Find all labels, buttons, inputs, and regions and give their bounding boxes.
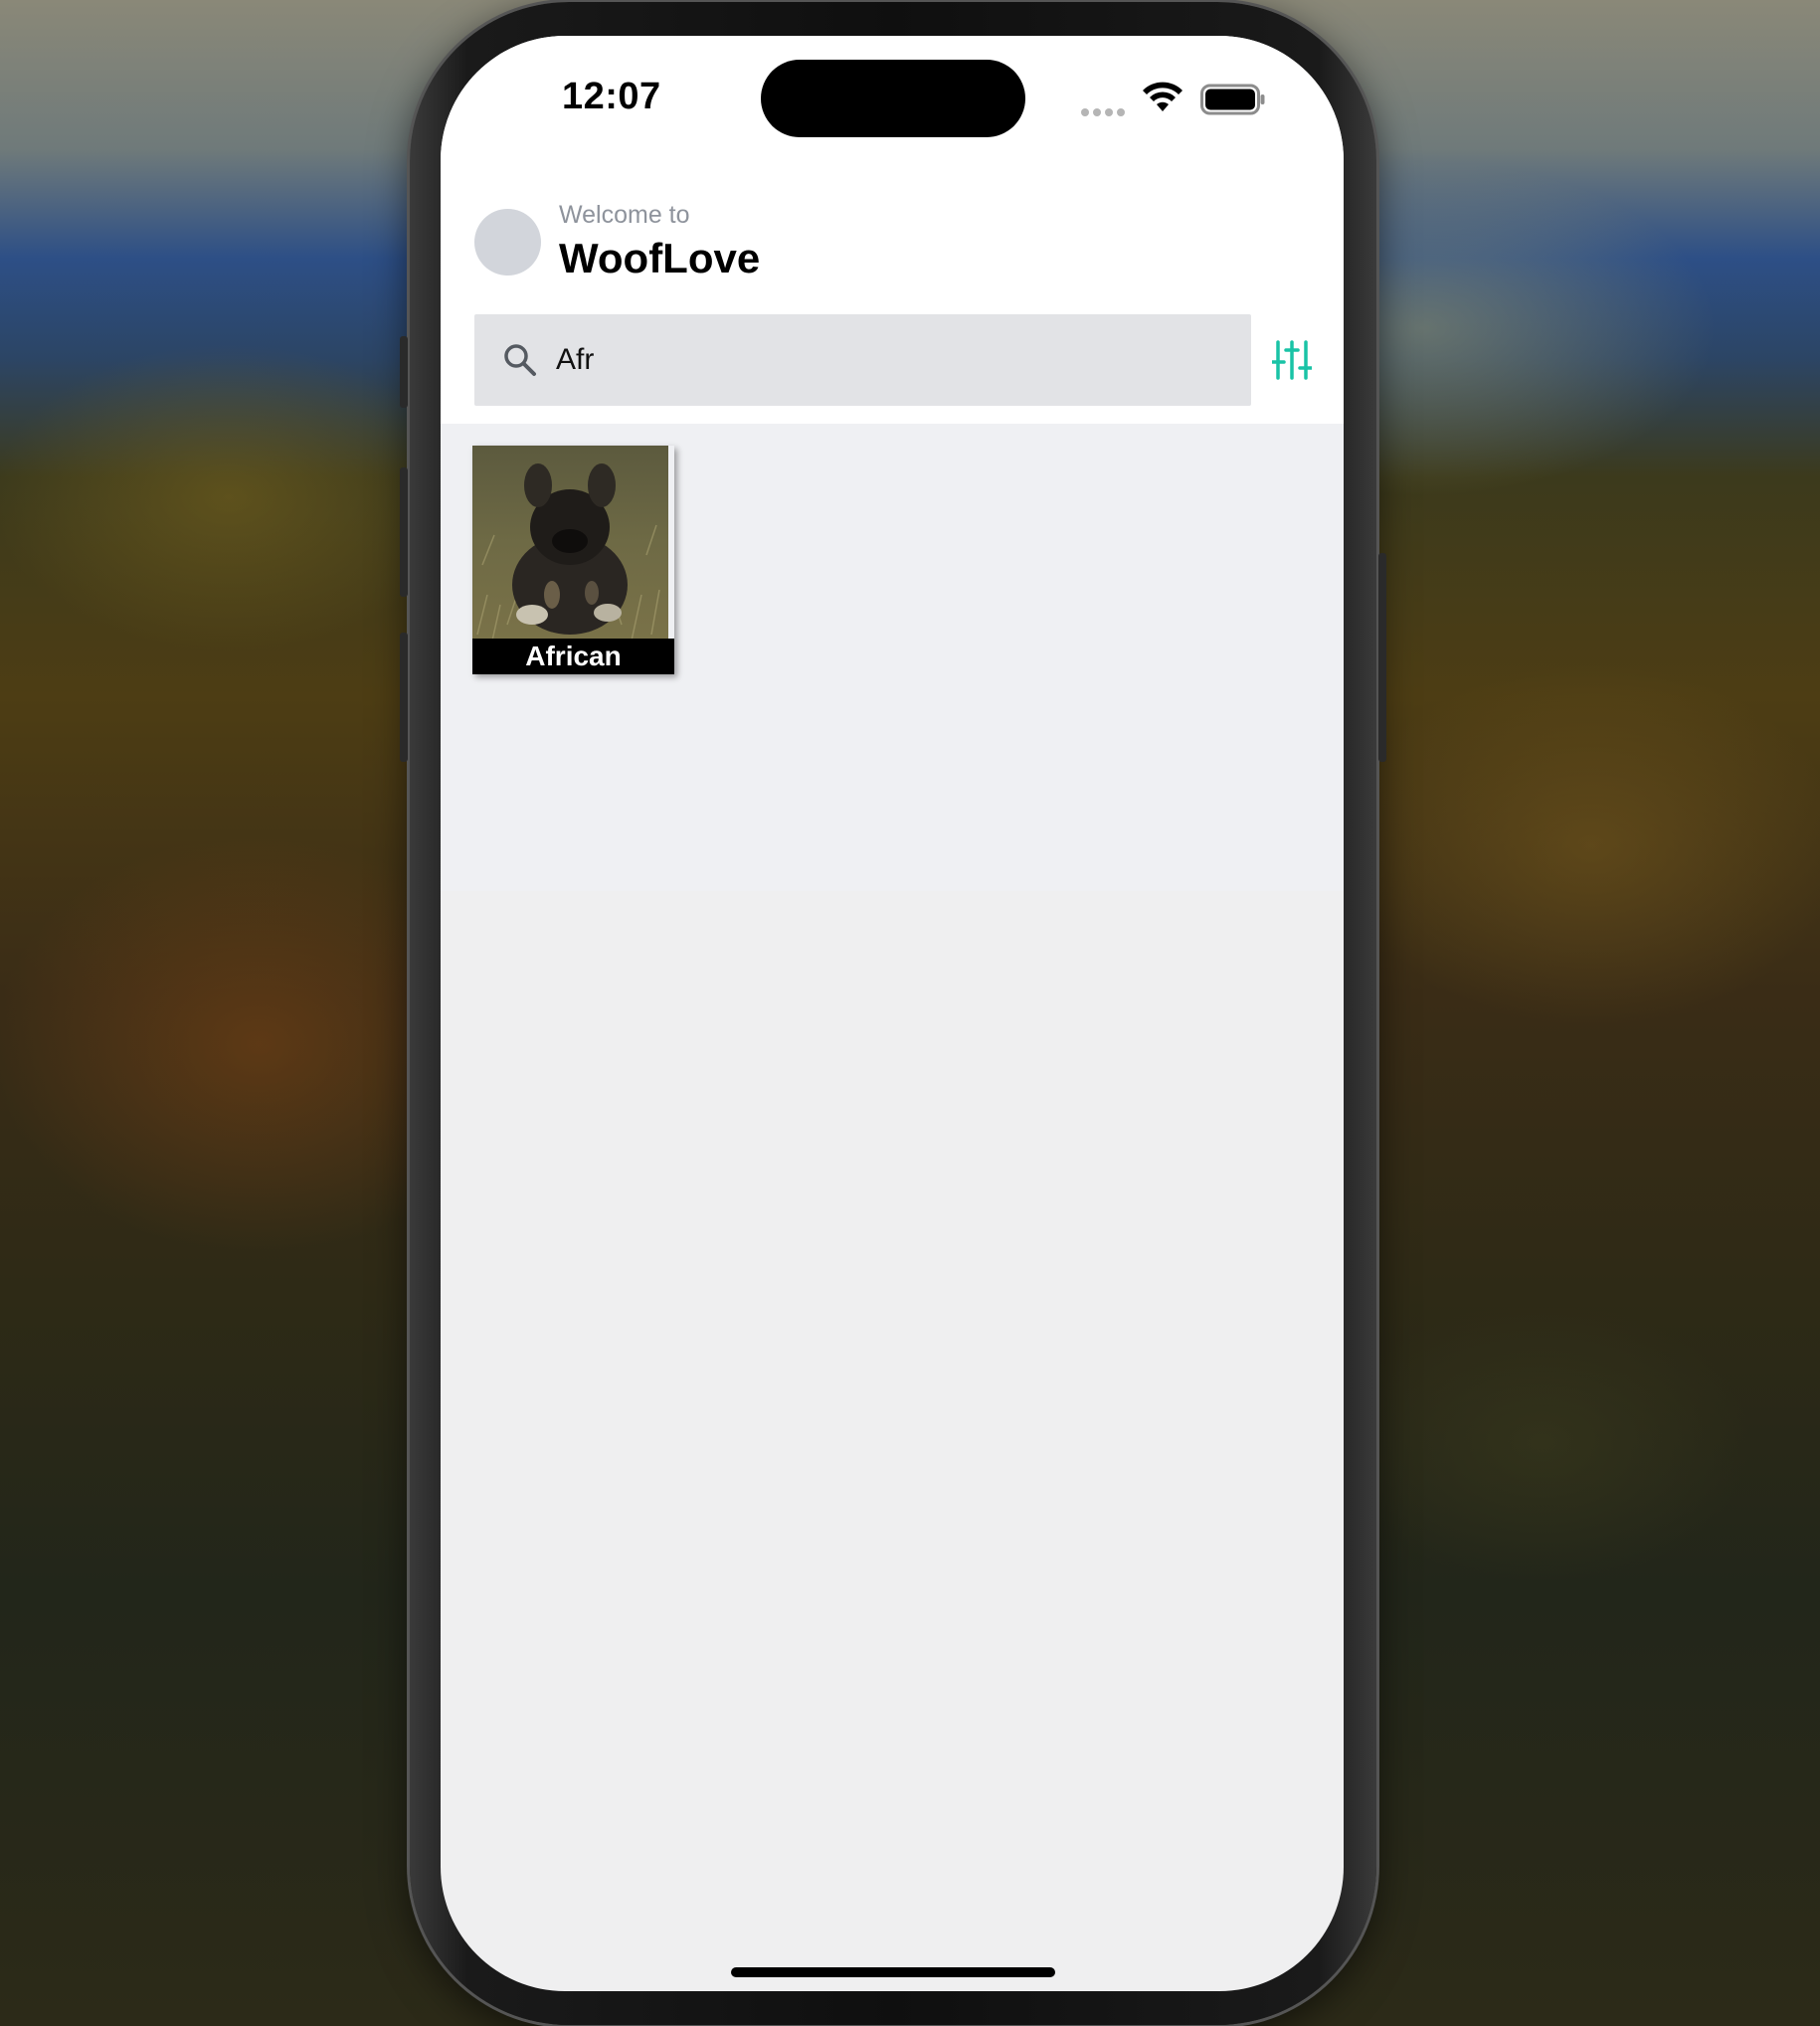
home-indicator[interactable] bbox=[731, 1967, 1055, 1977]
breed-card[interactable]: African bbox=[472, 446, 674, 674]
results-grid: African bbox=[441, 424, 1344, 891]
breed-photo bbox=[472, 446, 668, 641]
wifi-icon bbox=[1143, 82, 1183, 111]
dynamic-island bbox=[761, 60, 1025, 137]
breed-name-label: African bbox=[472, 639, 674, 674]
volume-up-button bbox=[400, 467, 408, 597]
sliders-icon[interactable] bbox=[1272, 338, 1312, 382]
cellular-signal-icon bbox=[1081, 103, 1129, 116]
search-icon bbox=[504, 344, 536, 376]
app-title: WoofLove bbox=[559, 235, 761, 281]
avatar[interactable] bbox=[474, 209, 541, 276]
status-time: 12:07 bbox=[562, 76, 661, 117]
power-button bbox=[1378, 553, 1386, 762]
dog-photo-image bbox=[472, 446, 668, 641]
status-bar: 12:07 bbox=[441, 36, 1344, 159]
app-header: Welcome to WoofLove bbox=[441, 159, 1344, 424]
phone-screen: 12:07 Welcome to WoofLove Afr African bbox=[441, 36, 1344, 1991]
volume-down-button bbox=[400, 633, 408, 762]
action-button bbox=[400, 336, 408, 408]
battery-icon bbox=[1200, 84, 1265, 115]
welcome-text: Welcome to bbox=[559, 201, 690, 229]
search-bar[interactable] bbox=[474, 314, 1251, 406]
search-input[interactable] bbox=[556, 314, 1232, 406]
